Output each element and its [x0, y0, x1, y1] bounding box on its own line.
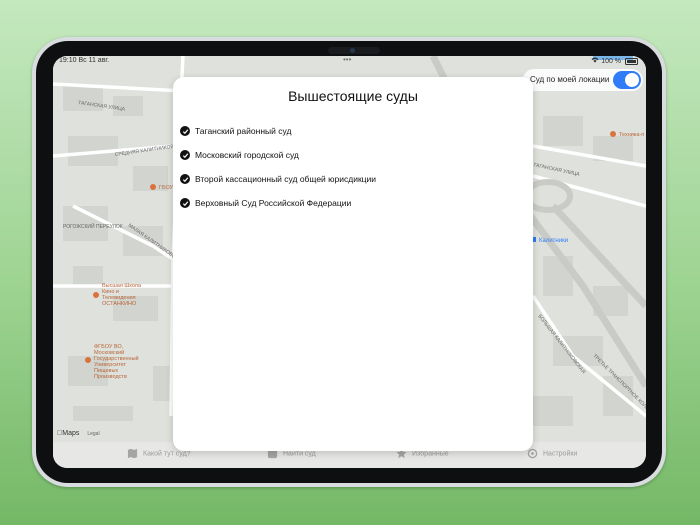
- checkmark-icon: [180, 150, 190, 160]
- higher-courts-modal: Вышестоящие суды Таганский районный суд …: [173, 77, 533, 451]
- maps-attribution[interactable]: Maps Legal: [57, 430, 100, 437]
- svg-text:Московский: Московский: [94, 349, 124, 356]
- court-name: Второй кассационный суд общей юрисдикции: [195, 174, 377, 184]
- wifi-icon: [591, 57, 599, 63]
- court-name: Таганский районный суд: [195, 126, 292, 136]
- tab-settings[interactable]: Настройки: [527, 448, 577, 459]
- battery-percent: 100 %: [601, 58, 622, 65]
- svg-text:Государственный: Государственный: [94, 355, 139, 362]
- status-bar: 19:10 Вс 11 авг. ••• 100 %: [53, 56, 646, 67]
- court-list: Таганский районный суд Московский городс…: [180, 119, 523, 215]
- status-right: 100 %: [591, 57, 638, 65]
- map-icon: [127, 448, 138, 459]
- multitasking-dots[interactable]: •••: [343, 56, 351, 64]
- camera-notch: [328, 47, 380, 54]
- court-list-item[interactable]: Таганский районный суд: [180, 119, 523, 143]
- gear-icon: [527, 448, 538, 459]
- court-name: Московский городской суд: [195, 150, 299, 160]
- svg-text:ГБОУ: ГБОУ: [159, 185, 174, 191]
- court-name: Верховный Суд Российской Федерации: [195, 198, 352, 208]
- location-toggle-bar: Суд по моей локации: [523, 69, 643, 91]
- modal-title: Вышестоящие суды: [288, 88, 418, 104]
- status-time: 19:10 Вс 11 авг.: [59, 57, 110, 64]
- svg-text:РОГОЖСКИЙ ПЕРЕУЛОК: РОГОЖСКИЙ ПЕРЕУЛОК: [63, 222, 123, 230]
- court-list-item[interactable]: Второй кассационный суд общей юрисдикции: [180, 167, 523, 191]
- checkmark-icon: [180, 126, 190, 136]
- battery-icon: [625, 57, 638, 65]
- location-toggle-label: Суд по моей локации: [530, 75, 610, 84]
- svg-text:Производств: Производств: [94, 374, 127, 380]
- camera-lens: [350, 48, 355, 53]
- checkmark-icon: [180, 198, 190, 208]
- location-toggle-switch[interactable]: [613, 71, 641, 89]
- legal-link[interactable]: Legal: [87, 431, 99, 437]
- svg-text:ОСТАНКИНО: ОСТАНКИНО: [102, 301, 137, 307]
- court-list-item[interactable]: Верховный Суд Российской Федерации: [180, 191, 523, 215]
- svg-text:Калитники: Калитники: [539, 238, 568, 244]
- svg-text:Техника-п: Техника-п: [619, 132, 644, 138]
- toggle-knob: [625, 73, 639, 87]
- court-list-item[interactable]: Московский городской суд: [180, 143, 523, 167]
- checkmark-icon: [180, 174, 190, 184]
